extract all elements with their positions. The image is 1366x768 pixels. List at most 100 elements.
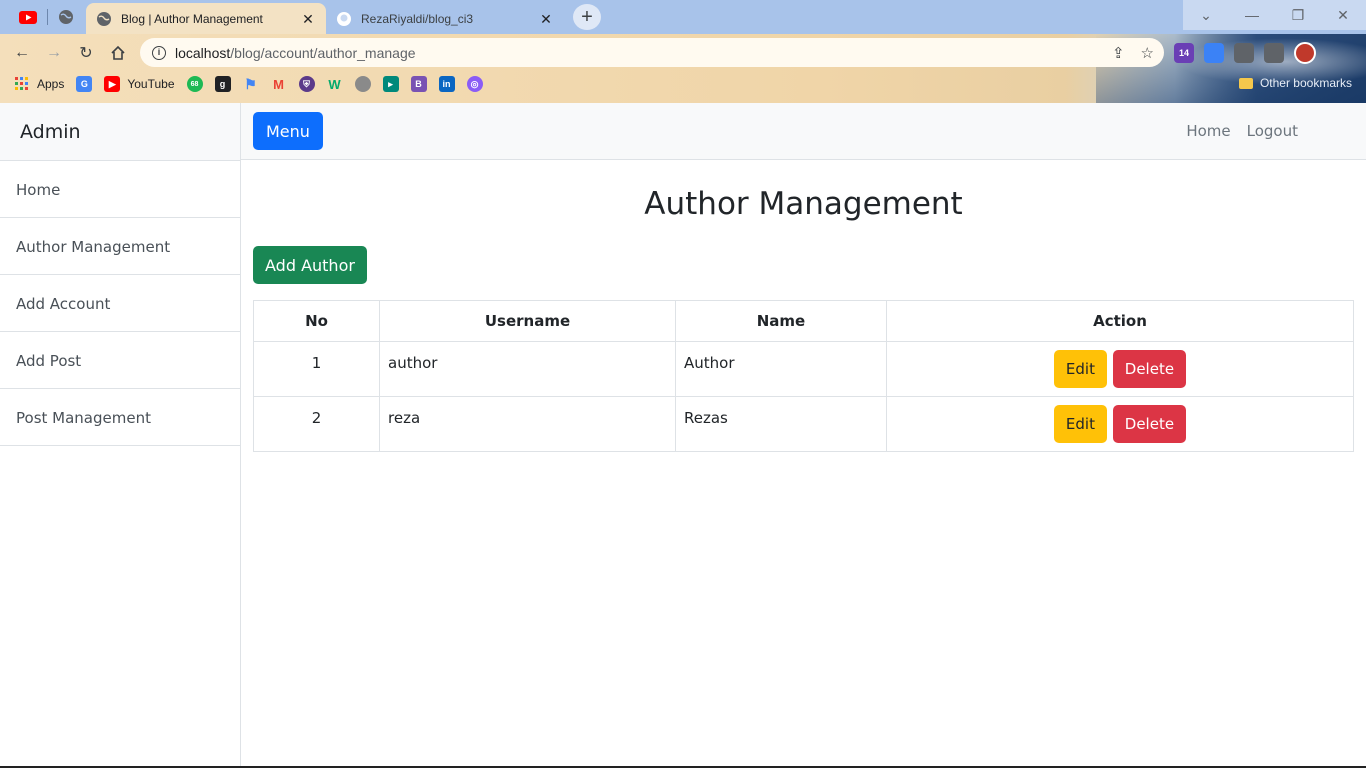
browser-toolbar: ← → ↻ i localhost/blog/account/author_ma… [0,34,1366,103]
cell-no: 1 [253,341,380,397]
address-bar[interactable]: i localhost/blog/account/author_manage ⇪… [140,38,1164,67]
reload-button[interactable]: ↻ [72,42,100,64]
authors-table: No Username Name Action 1 author Author … [253,300,1354,452]
youtube-icon [19,10,37,24]
add-author-button[interactable]: Add Author [253,246,367,284]
star-icon[interactable]: ☆ [1141,44,1154,62]
reload-icon: ↻ [79,45,93,62]
other-bookmarks-label: Other bookmarks [1259,76,1352,90]
extension-badge-icon[interactable]: 14 [1174,43,1194,63]
tab-github-repo[interactable]: RezaRiyaldi/blog_ci3 ✕ [326,3,564,34]
tab-author-management[interactable]: Blog | Author Management ✕ [86,3,326,34]
badge-68-text: 68 [190,80,199,88]
minimize-button[interactable]: — [1229,0,1275,30]
column-header-action: Action [886,300,1354,342]
delete-button[interactable]: Delete [1112,350,1187,388]
cell-no: 2 [253,396,380,452]
close-icon: ✕ [1337,6,1349,23]
column-header-name: Name [675,300,887,342]
folder-icon [1238,77,1253,89]
sidebar-item-author-management[interactable]: Author Management [0,218,240,275]
linkedin-icon: in [438,76,455,92]
w3schools-icon: W [328,76,341,92]
minimize-icon: — [1245,7,1259,23]
main-content: Author Management Add Author No Username… [253,160,1354,452]
edit-button[interactable]: Edit [1053,405,1107,443]
page-title: Author Management [644,186,963,222]
new-tab-button[interactable]: + [573,4,601,30]
sidebar-item-add-post[interactable]: Add Post [0,332,240,389]
cell-name: Rezas [675,396,887,452]
bookmark-68[interactable]: 68 [186,76,203,92]
cell-name: Author [675,341,887,397]
cell-username: author [379,341,676,397]
bookmark-w3schools[interactable]: W [327,76,343,92]
url-host: localhost [175,44,231,61]
restore-button[interactable]: ❐ [1275,0,1321,30]
tab-search-button[interactable]: ⌄ [1183,0,1229,30]
close-icon[interactable]: ✕ [538,11,554,27]
sidebar-item-add-account[interactable]: Add Account [0,275,240,332]
github-icon [336,11,352,27]
shield-icon: ⛨ [298,76,315,92]
home-icon [111,45,125,60]
site-info-icon[interactable]: i [152,45,166,60]
meet-icon: ▸ [382,76,399,92]
table-row: 2 reza Rezas Edit Delete [253,396,1354,452]
web-page: Admin Home Author Management Add Account… [0,103,1366,768]
bookmark-meet[interactable]: ▸ [382,76,399,92]
bookmark-gmail[interactable]: M [271,76,287,92]
flag-icon: ⚑ [244,75,257,92]
bookmark-apps[interactable]: Apps [14,76,64,92]
home-button[interactable] [104,42,132,64]
badge-68-icon: 68 [186,76,203,92]
nav-link-home[interactable]: Home [1186,122,1230,140]
cell-username: reza [379,396,676,452]
puzzle-icon[interactable] [1234,43,1254,63]
back-button[interactable]: ← [8,42,36,64]
table-row: 1 author Author Edit Delete [253,341,1354,397]
column-header-username: Username [379,300,676,342]
bookmark-g-icon: g [214,76,231,92]
menu-toggle-button[interactable]: Menu [253,112,323,150]
sidebar-item-home[interactable]: Home [0,161,240,218]
forward-button[interactable]: → [40,42,68,64]
nav-link-logout[interactable]: Logout [1247,122,1298,140]
search-bubble-icon: ◎ [466,76,483,92]
topnav-links: Home Logout [1186,122,1298,140]
sidepanel-icon[interactable] [1264,43,1284,63]
delete-button[interactable]: Delete [1112,405,1187,443]
bookmark-flag[interactable]: ⚑ [243,76,259,92]
pinned-tab-globe[interactable] [48,4,84,30]
youtube-icon: ▶ [104,76,121,92]
plus-icon: + [581,5,593,28]
extension-tool-icon[interactable] [1204,43,1224,63]
bookmark-search[interactable]: ◎ [466,76,483,92]
bookmark-translate[interactable]: G [76,76,93,92]
close-window-button[interactable]: ✕ [1320,0,1366,30]
omnibox-actions: ⇪ ☆ [1112,44,1154,62]
sidebar-heading: Admin [0,103,240,161]
close-icon[interactable]: ✕ [300,11,316,27]
bookmark-g[interactable]: g [214,76,231,92]
pinned-tab-youtube[interactable] [10,4,46,30]
apps-grid-icon [14,76,30,92]
chevron-down-icon: ⌄ [1200,6,1212,23]
gmail-icon: M [273,76,284,92]
sidebar-item-post-management[interactable]: Post Management [0,389,240,446]
other-bookmarks[interactable]: Other bookmarks [1238,76,1352,90]
bookmark-bootstrap[interactable]: B [410,76,427,92]
edit-button[interactable]: Edit [1053,350,1107,388]
github-icon [354,76,371,92]
share-icon[interactable]: ⇪ [1112,44,1125,62]
top-navbar: Menu Home Logout [241,103,1366,160]
column-header-no: No [253,300,380,342]
bookmark-github[interactable] [354,76,371,92]
bookmark-shield[interactable]: ⛨ [298,76,315,92]
extension-badge-count: 14 [1178,48,1189,58]
bookmark-linkedin[interactable]: in [438,76,455,92]
sidebar: Admin Home Author Management Add Account… [0,103,241,768]
bookmark-youtube[interactable]: ▶ YouTube [104,76,175,92]
profile-avatar[interactable] [1294,42,1316,64]
tab-title: RezaRiyaldi/blog_ci3 [361,11,474,26]
